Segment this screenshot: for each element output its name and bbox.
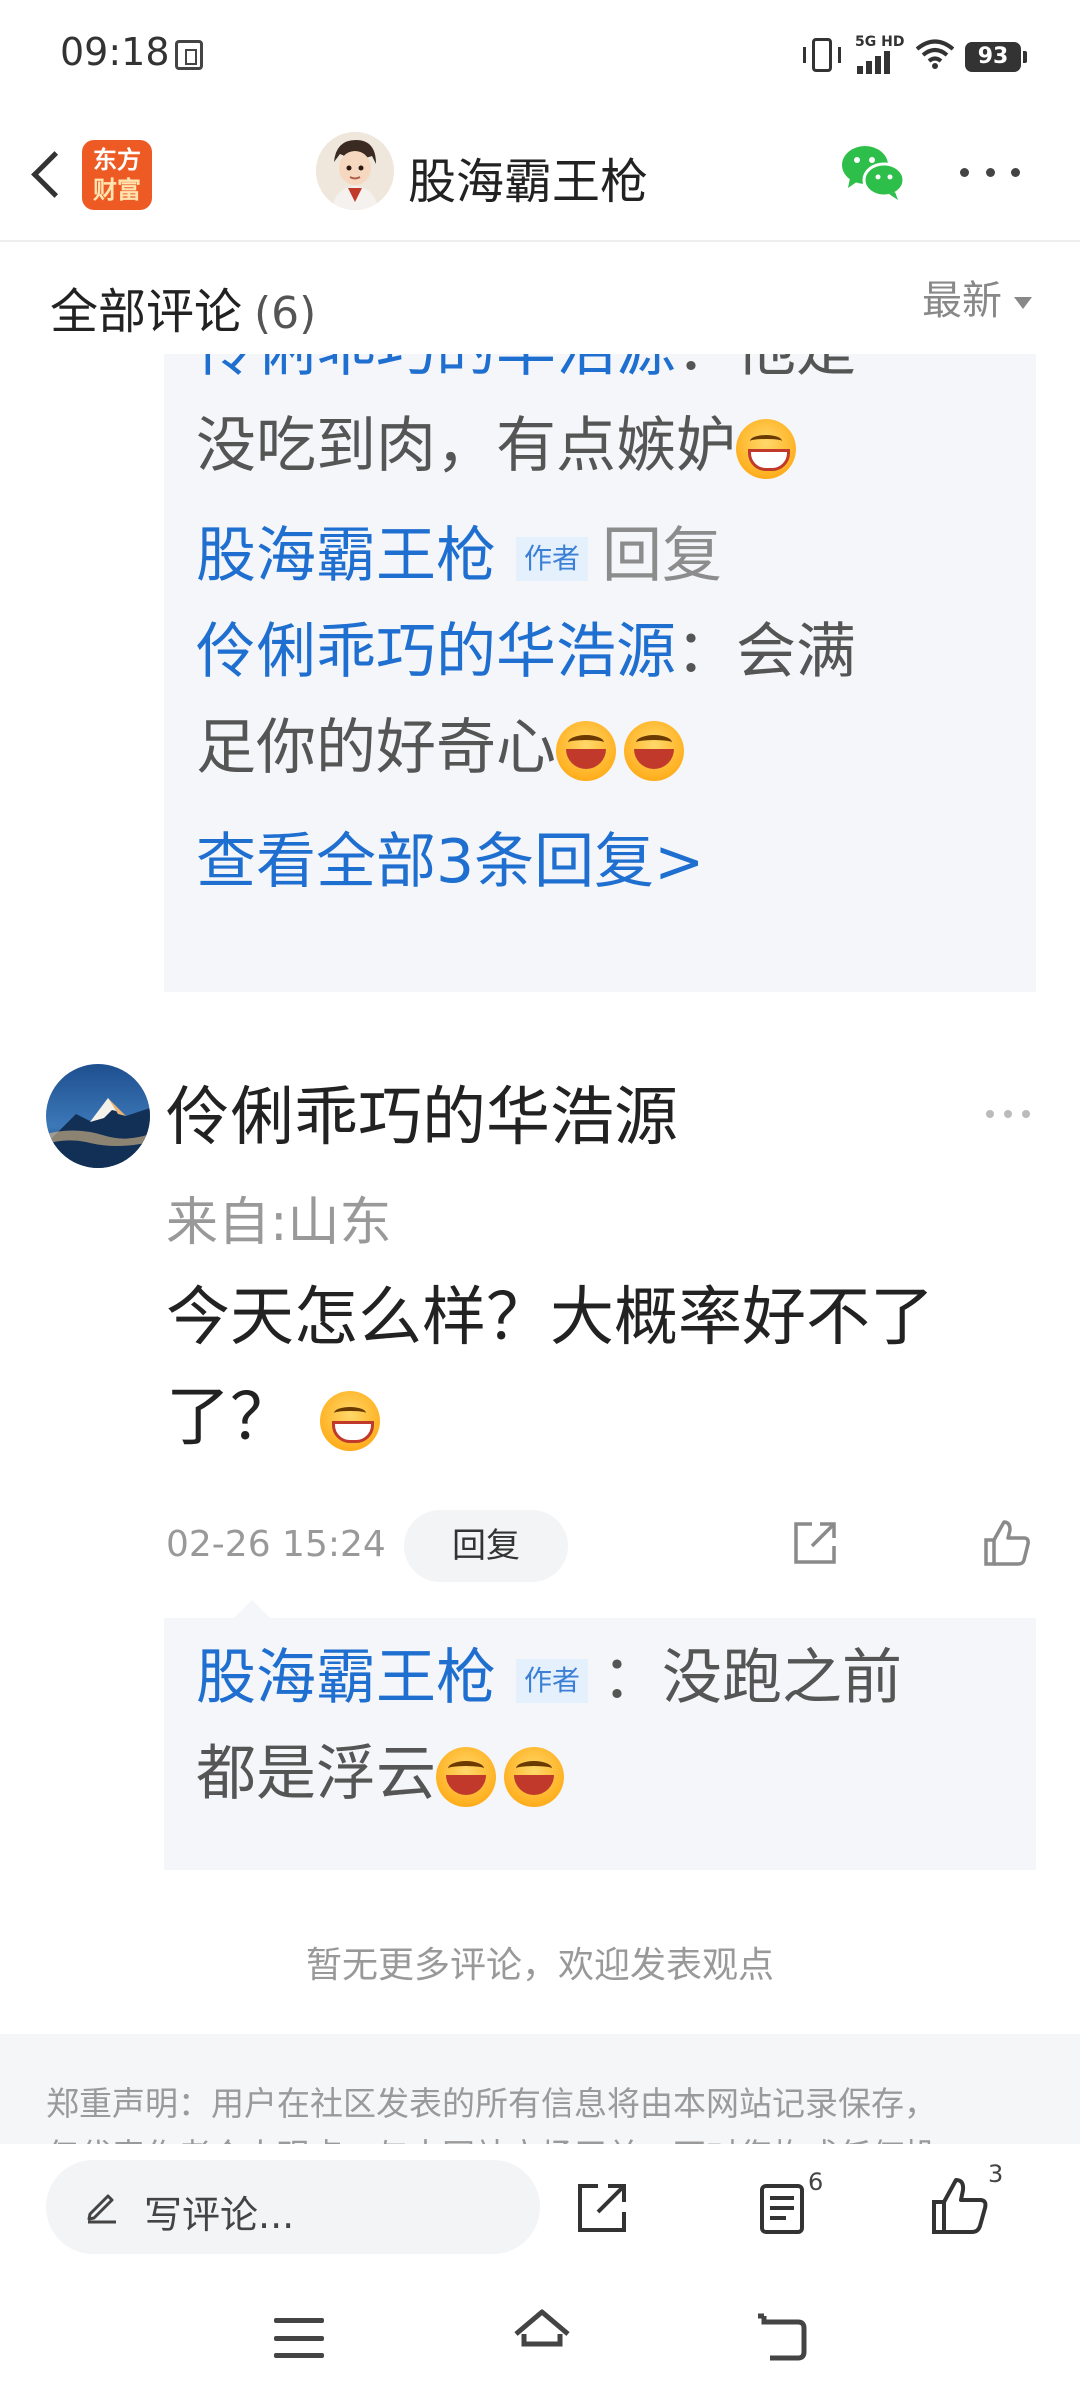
- comment-count-badge: 6: [808, 2168, 824, 2196]
- commenter-name[interactable]: 伶俐乖巧的华浩源: [166, 1066, 678, 1158]
- disclaimer-line: 郑重声明：用户在社区发表的所有信息将由本网站记录保存，: [46, 2084, 937, 2123]
- recent-apps-button[interactable]: [274, 2318, 324, 2358]
- like-count-badge: 3: [988, 2160, 1004, 2188]
- system-navigation-bar: [0, 2274, 1080, 2400]
- comments-title: 全部评论 (6): [50, 284, 317, 340]
- author-badge: 作者: [516, 1659, 589, 1704]
- comments-header: 全部评论 (6) 最新: [0, 244, 1080, 354]
- back-button[interactable]: [26, 144, 66, 204]
- comments-button[interactable]: 6: [756, 2168, 823, 2236]
- wechat-share-icon[interactable]: [840, 142, 906, 202]
- reply-item: 伶俐乖巧的华浩源：他是: [196, 354, 1004, 398]
- network-type: 5G HD: [855, 34, 905, 50]
- battery-indicator: 93: [965, 42, 1027, 72]
- reply-username[interactable]: 股海霸王枪: [196, 1643, 496, 1713]
- commenter-avatar[interactable]: [46, 1064, 150, 1168]
- comment-text: 今天怎么样？大概率好不了了？: [166, 1281, 934, 1455]
- reply-button[interactable]: 回复: [404, 1510, 568, 1582]
- page-title: 股海霸王枪: [408, 154, 649, 210]
- grin-emoji-icon: [736, 419, 796, 480]
- laugh-emoji-icon: [624, 721, 684, 782]
- wifi-icon: [915, 39, 955, 69]
- reply-username[interactable]: 伶俐乖巧的华浩源: [196, 354, 676, 385]
- home-icon[interactable]: [510, 2304, 574, 2368]
- comment-more-button[interactable]: [986, 1110, 1030, 1120]
- reply-text: 足你的好奇心: [196, 700, 1004, 796]
- comment-reply-thread[interactable]: 股海霸王枪 作者 ：没跑之前 都是浮云: [164, 1600, 1036, 1870]
- disclaimer: 郑重声明：用户在社区发表的所有信息将由本网站记录保存， 仅代表作者个人观点，与本…: [0, 2034, 1080, 2144]
- cellular-signal-icon: 5G HD: [855, 34, 905, 74]
- app-header: 东方 财富 股海霸王枪: [0, 112, 1080, 242]
- comment-timestamp: 02-26 15:24: [166, 1524, 386, 1565]
- write-comment-placeholder: 写评论...: [144, 2193, 295, 2237]
- commenter-location: 来自:山东: [166, 1193, 392, 1253]
- comment-list-icon: [760, 2184, 804, 2234]
- reply-text: 伶俐乖巧的华浩源：会满: [196, 617, 856, 687]
- caret-down-icon: [1014, 297, 1032, 309]
- sort-dropdown[interactable]: 最新: [922, 268, 1032, 326]
- like-button[interactable]: 3: [930, 2160, 1003, 2236]
- logo-text-top: 东方: [93, 146, 141, 174]
- status-bar: 09:18 5G HD 93: [0, 0, 1080, 112]
- status-time: 09:18: [60, 30, 170, 74]
- app-logo[interactable]: 东方 财富: [82, 140, 152, 210]
- pen-icon: [87, 2194, 116, 2224]
- thumbs-up-icon: [932, 2178, 988, 2234]
- write-comment-input[interactable]: 写评论...: [46, 2160, 540, 2254]
- comments-count: (6): [254, 288, 317, 339]
- more-options-button[interactable]: [960, 162, 1020, 182]
- logo-text-bottom: 财富: [93, 176, 141, 204]
- reply-text: 没吃到肉，有点嫉妒: [196, 398, 1004, 494]
- author-badge: 作者: [516, 537, 589, 582]
- laugh-emoji-icon: [436, 1747, 496, 1808]
- bottom-action-bar: 写评论... 6 3: [0, 2144, 1080, 2274]
- view-all-replies-link[interactable]: 查看全部3条回复>: [196, 814, 1004, 910]
- vibrate-icon: [803, 38, 841, 72]
- back-nav-icon[interactable]: [754, 2308, 810, 2364]
- laugh-emoji-icon: [556, 721, 616, 782]
- share-icon[interactable]: [792, 1520, 838, 1566]
- comment-meta: 02-26 15:24 回复: [166, 1506, 1046, 1586]
- reply-target-username[interactable]: 伶俐乖巧的华浩源: [196, 617, 676, 687]
- reply-thread[interactable]: 伶俐乖巧的华浩源：他是 没吃到肉，有点嫉妒 股海霸王枪作者回复 伶俐乖巧的华浩源…: [164, 354, 1036, 992]
- reply-item: 股海霸王枪 作者 回复: [196, 521, 723, 591]
- laugh-emoji-icon: [504, 1747, 564, 1808]
- author-avatar[interactable]: [316, 132, 394, 210]
- reply-username[interactable]: 股海霸王枪: [196, 521, 496, 591]
- no-more-comments-text: 暂无更多评论，欢迎发表观点: [305, 1945, 774, 1986]
- sim-card-icon: [175, 40, 203, 70]
- share-icon[interactable]: [574, 2180, 630, 2236]
- thumbs-up-icon[interactable]: [982, 1518, 1032, 1568]
- grin-emoji-icon: [320, 1391, 380, 1452]
- disclaimer-line: 仅代表作者个人观点，与本网站立场无关，不对您构成任何投: [46, 2130, 1034, 2144]
- reply-text: 都是浮云: [196, 1726, 1004, 1822]
- reply-item: 股海霸王枪 作者 ：没跑之前: [196, 1643, 903, 1713]
